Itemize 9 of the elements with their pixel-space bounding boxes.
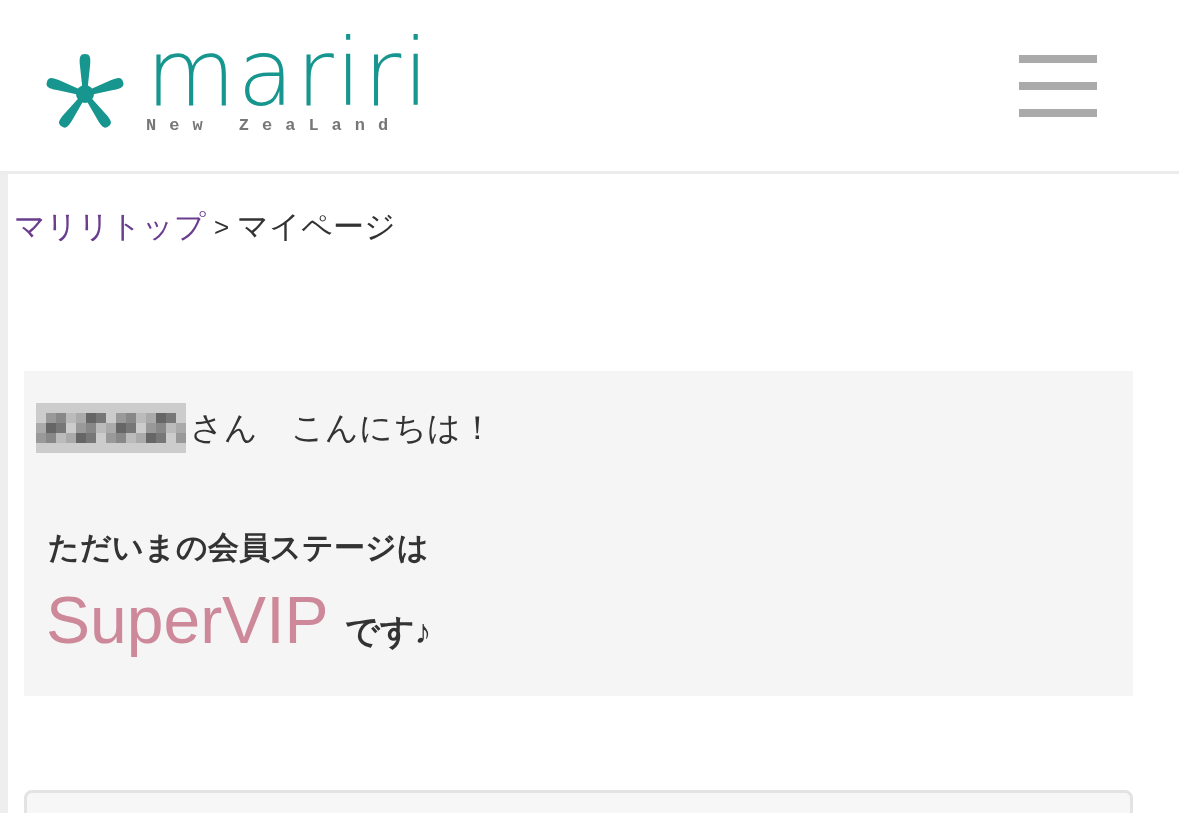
greeting-text: さん こんにちは！ [190, 407, 494, 448]
breadcrumb-link[interactable]: マリリトップ [14, 204, 206, 251]
member-stage: SuperVIP [45, 582, 329, 659]
menu-icon[interactable] [1019, 54, 1097, 117]
logo-tagline: New ZeaLand [146, 116, 403, 134]
stage-label: ただいまの会員ステージは [47, 528, 430, 567]
breadcrumb-current: マイページ [237, 208, 397, 246]
breadcrumb-separator: > [214, 210, 230, 244]
stage-suffix: です♪ [344, 611, 432, 652]
